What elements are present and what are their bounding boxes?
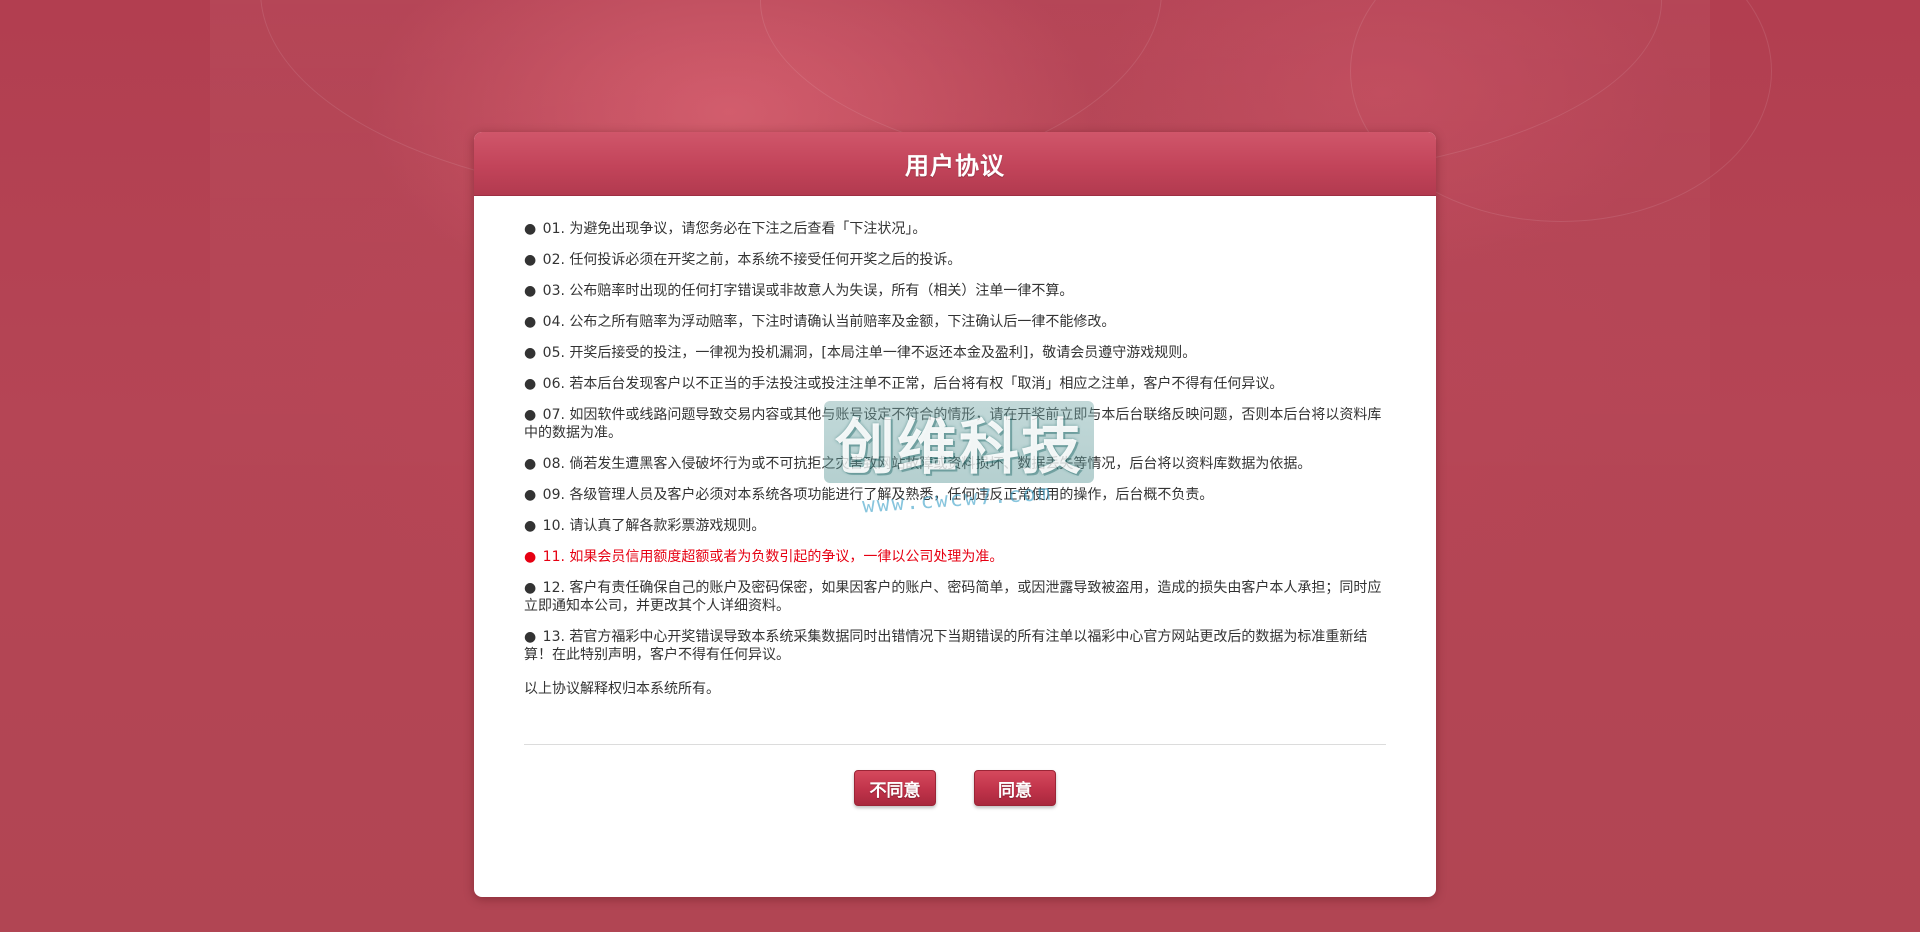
bullet-icon: ● (524, 407, 537, 423)
term-item: ● 13. 若官方福彩中心开奖错误导致本系统采集数据同时出错情况下当期错误的所有… (524, 628, 1386, 664)
term-item: ● 01. 为避免出现争议，请您务必在下注之后查看「下注状况」。 (524, 220, 1386, 238)
term-text: 11. 如果会员信用额度超额或者为负数引起的争议，一律以公司处理为准。 (542, 549, 1004, 565)
term-item: ● 07. 如因软件或线路问题导致交易内容或其他与账号设定不符合的情形，请在开奖… (524, 406, 1386, 442)
dialog-title: 用户协议 (905, 152, 1005, 180)
bullet-icon: ● (524, 283, 537, 299)
term-text: 09. 各级管理人员及客户必须对本系统各项功能进行了解及熟悉，任何违反正常使用的… (542, 487, 1214, 503)
bullet-icon: ● (524, 456, 537, 472)
bullet-icon: ● (524, 221, 537, 237)
dialog-body: ● 01. 为避免出现争议，请您务必在下注之后查看「下注状况」。 ● 02. 任何… (474, 196, 1436, 806)
term-item: ● 05. 开奖后接受的投注，一律视为投机漏洞，[本局注单一律不返还本金及盈利]… (524, 344, 1386, 362)
user-agreement-dialog: 用户协议 ● 01. 为避免出现争议，请您务必在下注之后查看「下注状况」。 ● 0… (474, 132, 1436, 897)
bullet-icon: ● (524, 518, 537, 534)
term-text: 10. 请认真了解各款彩票游戏规则。 (542, 518, 766, 534)
term-item: ● 08. 倘若发生遭黑客入侵破坏行为或不可抗拒之灾害致网站故障或资料损坏、数据… (524, 455, 1386, 473)
term-item: ● 10. 请认真了解各款彩票游戏规则。 (524, 517, 1386, 535)
term-item: ● 02. 任何投诉必须在开奖之前，本系统不接受任何开奖之后的投诉。 (524, 251, 1386, 269)
dialog-header: 用户协议 (474, 132, 1436, 196)
divider (524, 744, 1386, 745)
agree-button[interactable]: 同意 (974, 770, 1056, 806)
term-text: 13. 若官方福彩中心开奖错误导致本系统采集数据同时出错情况下当期错误的所有注单… (524, 629, 1368, 663)
bullet-icon: ● (524, 252, 537, 268)
term-text: 06. 若本后台发现客户以不正当的手法投注或投注注单不正常，后台将有权「取消」相… (542, 376, 1284, 392)
term-item: ● 04. 公布之所有赔率为浮动赔率，下注时请确认当前赔率及金额，下注确认后一律… (524, 313, 1386, 331)
term-text: 12. 客户有责任确保自己的账户及密码保密，如果因客户的账户、密码简单，或因泄露… (524, 580, 1382, 614)
disagree-button[interactable]: 不同意 (854, 770, 936, 806)
bullet-icon: ● (524, 376, 537, 392)
term-text: 01. 为避免出现争议，请您务必在下注之后查看「下注状况」。 (542, 221, 927, 237)
term-item: ● 03. 公布赔率时出现的任何打字错误或非故意人为失误，所有（相关）注单一律不… (524, 282, 1386, 300)
term-text: 05. 开奖后接受的投注，一律视为投机漏洞，[本局注单一律不返还本金及盈利]，敬… (542, 345, 1197, 361)
term-text: 07. 如因软件或线路问题导致交易内容或其他与账号设定不符合的情形，请在开奖前立… (524, 407, 1382, 441)
bullet-icon: ● (524, 580, 537, 596)
term-item: ● 06. 若本后台发现客户以不正当的手法投注或投注注单不正常，后台将有权「取消… (524, 375, 1386, 393)
footer-note: 以上协议解释权归本系统所有。 (524, 681, 720, 697)
bullet-icon: ● (524, 314, 537, 330)
term-item: ● 12. 客户有责任确保自己的账户及密码保密，如果因客户的账户、密码简单，或因… (524, 579, 1386, 615)
bullet-icon: ● (524, 549, 537, 565)
terms-list: ● 01. 为避免出现争议，请您务必在下注之后查看「下注状况」。 ● 02. 任何… (524, 220, 1386, 664)
term-text: 04. 公布之所有赔率为浮动赔率，下注时请确认当前赔率及金额，下注确认后一律不能… (542, 314, 1116, 330)
button-row: 不同意 同意 (524, 770, 1386, 806)
term-item: ● 09. 各级管理人员及客户必须对本系统各项功能进行了解及熟悉，任何违反正常使… (524, 486, 1386, 504)
bullet-icon: ● (524, 345, 537, 361)
term-text: 02. 任何投诉必须在开奖之前，本系统不接受任何开奖之后的投诉。 (542, 252, 962, 268)
bullet-icon: ● (524, 629, 537, 645)
term-text: 03. 公布赔率时出现的任何打字错误或非故意人为失误，所有（相关）注单一律不算。 (542, 283, 1074, 299)
term-text: 08. 倘若发生遭黑客入侵破坏行为或不可抗拒之灾害致网站故障或资料损坏、数据丢失… (542, 456, 1312, 472)
bullet-icon: ● (524, 487, 537, 503)
term-item: ● 11. 如果会员信用额度超额或者为负数引起的争议，一律以公司处理为准。 (524, 548, 1386, 566)
